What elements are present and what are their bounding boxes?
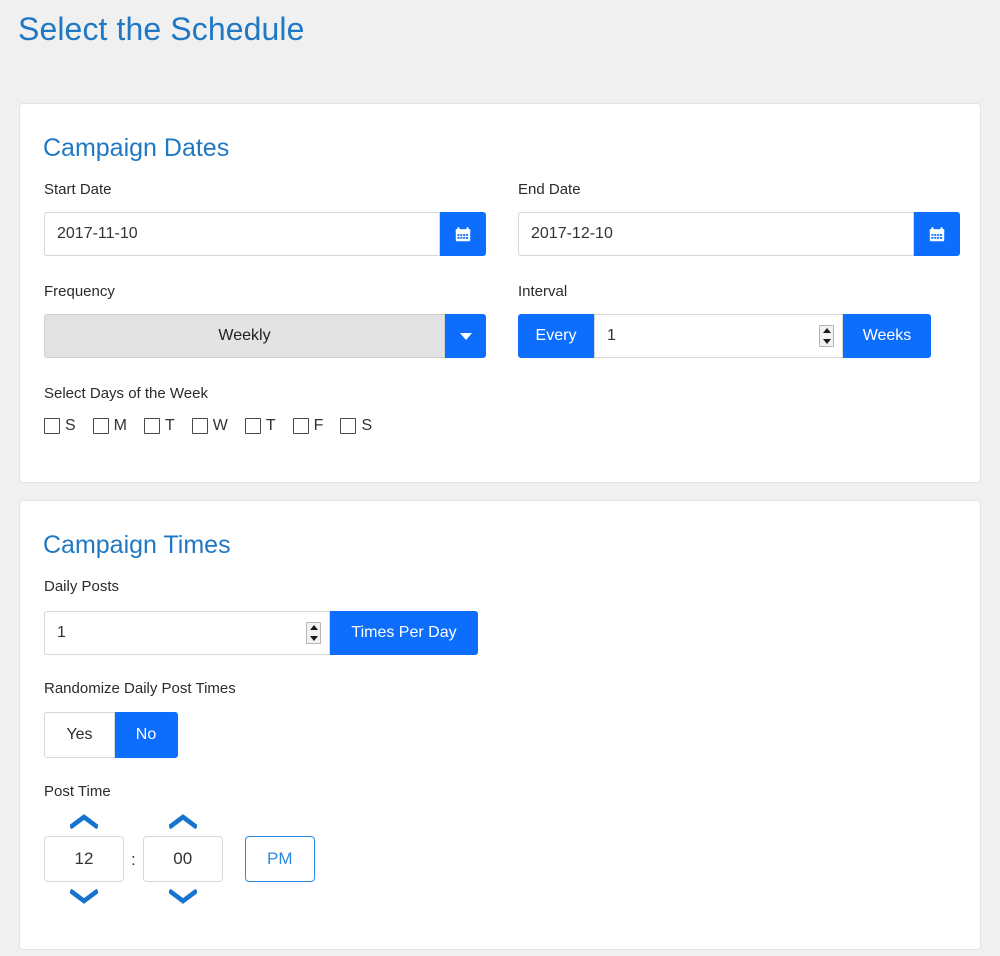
calendar-icon: [455, 226, 471, 241]
end-date-calendar-button[interactable]: [914, 212, 960, 256]
chevron-up-icon[interactable]: [168, 814, 197, 829]
campaign-dates-title: Campaign Dates: [43, 134, 230, 162]
times-per-day-label: Times Per Day: [330, 611, 478, 655]
randomize-yes-button[interactable]: Yes: [44, 712, 115, 758]
calendar-icon: [929, 226, 945, 241]
day-checkbox-sunday[interactable]: S: [44, 417, 76, 435]
day-checkbox-friday[interactable]: F: [292, 417, 324, 435]
randomize-no-button[interactable]: No: [115, 712, 178, 758]
time-separator: :: [131, 850, 136, 869]
interval-prefix-label: Every: [518, 314, 594, 358]
day-label: W: [212, 417, 228, 434]
days-of-week-group: S M T W T F S: [44, 417, 389, 435]
day-label: S: [65, 417, 76, 434]
frequency-dropdown-button[interactable]: [445, 314, 486, 358]
start-date-calendar-button[interactable]: [440, 212, 486, 256]
hour-input[interactable]: 12: [44, 836, 124, 882]
interval-spinner-icon[interactable]: [819, 325, 834, 347]
daily-posts-stepper[interactable]: [306, 611, 330, 655]
frequency-select-group[interactable]: Weekly: [44, 314, 486, 358]
day-label: T: [265, 417, 276, 434]
interval-suffix-label: Weeks: [843, 314, 931, 358]
checkbox-icon[interactable]: [292, 418, 309, 434]
chevron-down-icon[interactable]: [70, 889, 98, 904]
checkbox-icon[interactable]: [340, 418, 357, 434]
post-time-picker: 12 : 00 PM: [44, 814, 315, 904]
daily-posts-input[interactable]: 1: [44, 611, 306, 655]
day-label: T: [165, 417, 175, 434]
day-checkbox-thursday[interactable]: T: [244, 417, 276, 435]
checkbox-icon[interactable]: [92, 418, 109, 434]
randomize-toggle-group: Yes No: [44, 712, 178, 758]
chevron-down-icon[interactable]: [168, 889, 197, 904]
chevron-down-icon: [459, 332, 472, 340]
daily-posts-group: 1 Times Per Day: [44, 611, 478, 655]
end-date-group: 2017-12-10: [518, 212, 960, 256]
interval-group: Every 1 Weeks: [518, 314, 931, 358]
day-label: S: [361, 417, 373, 434]
day-checkbox-saturday[interactable]: S: [340, 417, 372, 435]
day-label: M: [113, 417, 127, 434]
hour-stepper: 12: [44, 814, 124, 904]
spinner-up-icon[interactable]: [309, 625, 318, 630]
meridiem-toggle-button[interactable]: PM: [244, 836, 315, 882]
checkbox-icon[interactable]: [44, 418, 60, 434]
schedule-page: Select the Schedule Campaign Dates Start…: [0, 0, 1000, 956]
daily-posts-spinner-icon[interactable]: [306, 622, 321, 644]
start-date-label: Start Date: [44, 181, 112, 198]
campaign-times-title: Campaign Times: [43, 531, 231, 559]
day-checkbox-wednesday[interactable]: W: [191, 417, 228, 435]
post-time-label: Post Time: [44, 783, 111, 800]
campaign-times-card: Campaign Times Daily Posts 1 Times Per D…: [19, 500, 981, 950]
spinner-down-icon[interactable]: [822, 339, 831, 344]
interval-label: Interval: [518, 283, 568, 300]
minute-stepper: 00: [142, 814, 223, 904]
frequency-select-value[interactable]: Weekly: [44, 314, 445, 358]
day-checkbox-tuesday[interactable]: T: [144, 417, 175, 435]
spinner-down-icon[interactable]: [309, 636, 318, 641]
days-of-week-label: Select Days of the Week: [44, 385, 208, 402]
start-date-group: 2017-11-10: [44, 212, 486, 256]
checkbox-icon[interactable]: [144, 418, 160, 434]
checkbox-icon[interactable]: [191, 418, 208, 434]
interval-stepper[interactable]: [819, 314, 843, 358]
end-date-label: End Date: [518, 181, 581, 198]
end-date-input[interactable]: 2017-12-10: [518, 212, 914, 256]
checkbox-icon[interactable]: [244, 418, 261, 434]
spinner-up-icon[interactable]: [822, 328, 831, 333]
page-title: Select the Schedule: [18, 11, 305, 47]
interval-input[interactable]: 1: [594, 314, 819, 358]
randomize-label: Randomize Daily Post Times: [44, 680, 236, 697]
chevron-up-icon[interactable]: [70, 814, 98, 829]
start-date-input[interactable]: 2017-11-10: [44, 212, 440, 256]
minute-input[interactable]: 00: [142, 836, 223, 882]
campaign-dates-card: Campaign Dates Start Date 2017-11-10 End…: [19, 103, 981, 483]
daily-posts-label: Daily Posts: [44, 578, 120, 595]
day-label: F: [313, 417, 324, 434]
day-checkbox-monday[interactable]: M: [92, 417, 127, 435]
frequency-label: Frequency: [44, 283, 115, 300]
